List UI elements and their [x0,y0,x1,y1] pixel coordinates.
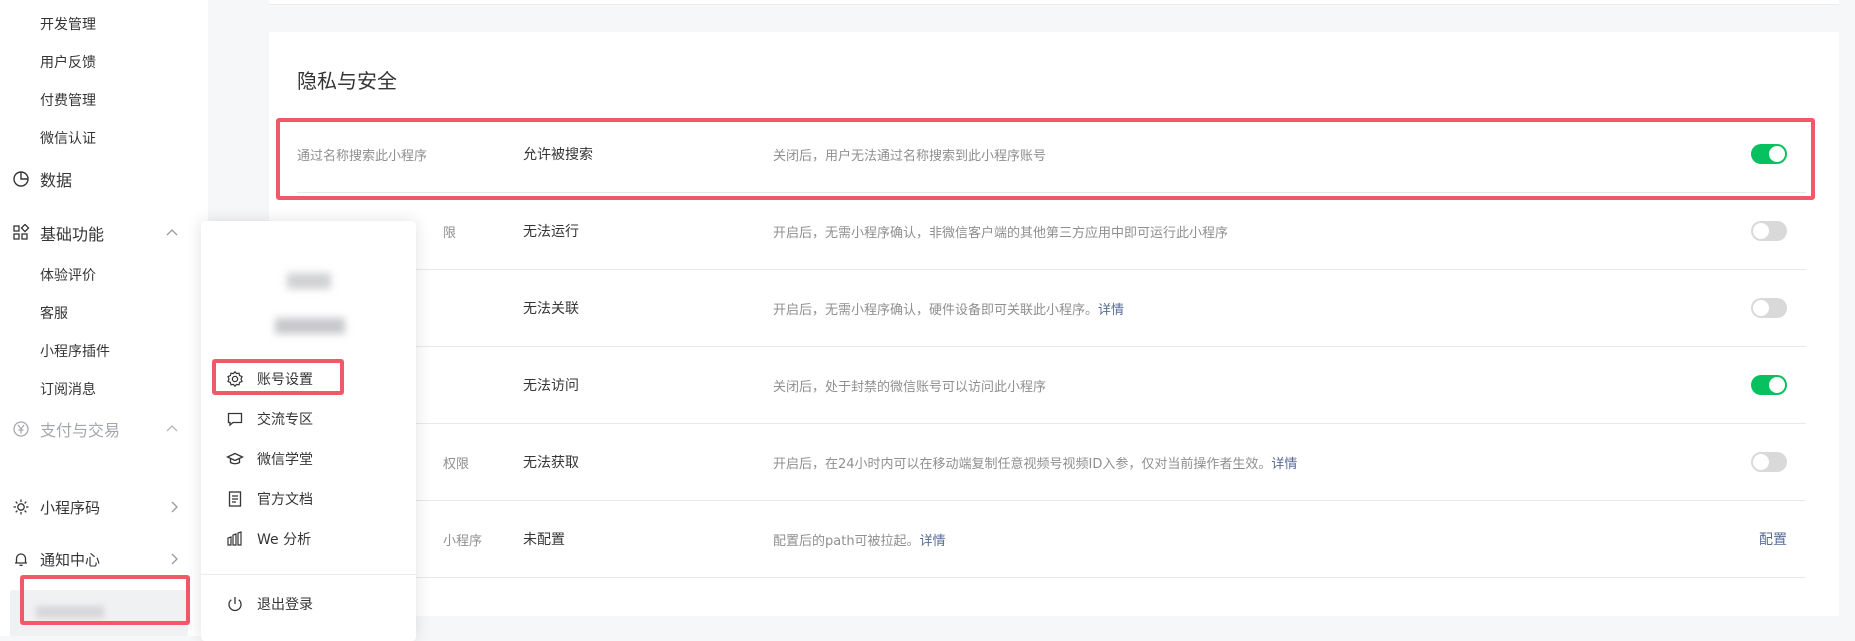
setting-row-path: 小程序 未配置 配置后的path可被拉起。详情 配置 [297,500,1806,578]
setting-desc: 配置后的path可被拉起。详情 [773,530,946,549]
yen-icon [12,420,30,438]
menu-docs[interactable]: 官方文档 [226,488,313,510]
setting-desc: 开启后，在24小时内可以在移动端复制任意视频号视频ID入参，仅对当前操作者生效。… [773,453,1297,472]
setting-desc: 开启后，无需小程序确认，硬件设备即可关联此小程序。详情 [773,299,1124,318]
chevron-up-icon [166,425,178,432]
sidebar-section-pay-label: 支付与交易 [40,421,121,440]
menu-community-label: 交流专区 [257,412,313,428]
sidebar-item-experience[interactable]: 体验评价 [40,265,96,285]
account-popup-menu: 账号设置 交流专区 微信学堂 官方文档 We 分析 退出登录 [201,221,416,641]
highlight-search-row [276,118,1815,200]
pie-chart-icon [12,170,30,188]
sidebar-item-service[interactable]: 客服 [40,303,68,323]
document-icon [226,490,244,508]
menu-logout-label: 退出登录 [257,597,313,613]
top-card [269,0,1839,5]
setting-toggle[interactable] [1751,375,1787,395]
menu-logout[interactable]: 退出登录 [226,593,313,615]
chevron-up-icon [166,229,178,236]
sidebar-item-feedback[interactable]: 用户反馈 [40,52,96,72]
sidebar-section-data-label: 数据 [40,171,73,190]
setting-desc-text: 开启后，在24小时内可以在移动端复制任意视频号视频ID入参，仅对当前操作者生效。 [773,457,1272,472]
setting-toggle[interactable] [1751,452,1787,472]
setting-label: 小程序 [443,534,483,549]
graduation-cap-icon [226,450,244,468]
menu-we-analysis-label: We 分析 [257,532,312,548]
setting-row-banned: 无法访问 关闭后，处于封禁的微信账号可以访问此小程序 [297,346,1806,424]
toggle-knob [1753,223,1769,239]
sidebar-section-basic-label: 基础功能 [40,225,105,244]
sidebar-item-subscribe[interactable]: 订阅消息 [40,379,96,399]
sidebar-item-plugin[interactable]: 小程序插件 [40,341,110,361]
menu-academy[interactable]: 微信学堂 [226,448,313,470]
highlight-account-bar [20,575,190,625]
menu-divider [201,574,416,575]
sidebar-section-pay[interactable]: 支付与交易 [12,418,178,440]
sidebar-item-payment[interactable]: 付费管理 [40,90,96,110]
menu-community[interactable]: 交流专区 [226,408,313,430]
setting-label: 权限 [443,457,470,472]
analytics-icon [226,530,244,548]
setting-status: 无法访问 [523,378,579,394]
setting-status: 无法关联 [523,301,579,317]
sidebar-notify[interactable]: 通知中心 [12,548,182,570]
sidebar-notify-label: 通知中心 [40,550,101,569]
setting-label: 限 [443,226,457,241]
page-title: 隐私与安全 [297,69,397,93]
sun-icon [12,498,30,516]
setting-desc-text: 配置后的path可被拉起。 [773,534,920,549]
setting-toggle[interactable] [1751,298,1787,318]
toggle-knob [1769,377,1785,393]
sidebar-qrcode[interactable]: 小程序码 [12,496,182,518]
setting-toggle[interactable] [1751,221,1787,241]
setting-status: 无法获取 [523,455,579,471]
detail-link[interactable]: 详情 [1271,457,1297,472]
detail-link[interactable]: 详情 [1098,303,1124,318]
menu-academy-label: 微信学堂 [257,452,313,468]
setting-desc: 关闭后，处于封禁的微信账号可以访问此小程序 [773,380,1047,395]
sidebar: 开发管理 用户反馈 付费管理 微信认证 数据 基础功能 体验评价 客服 小程序插… [0,0,208,636]
sidebar-item-dev-manage[interactable]: 开发管理 [40,14,96,34]
setting-status: 未配置 [523,532,565,548]
setting-status: 无法运行 [523,224,579,240]
sidebar-qrcode-label: 小程序码 [40,498,101,517]
avatar-blurred [287,273,331,289]
bell-icon [12,550,30,568]
setting-desc-text: 开启后，无需小程序确认，硬件设备即可关联此小程序。 [773,303,1099,318]
highlight-account-settings [212,359,344,395]
sidebar-item-verify[interactable]: 微信认证 [40,128,96,148]
toggle-knob [1753,300,1769,316]
toggle-knob [1753,454,1769,470]
chevron-right-icon [171,553,178,565]
setting-desc: 开启后，无需小程序确认，非微信客户端的其他第三方应用中即可运行此小程序 [773,226,1229,241]
power-icon [226,595,244,613]
setting-row-link: 无法关联 开启后，无需小程序确认，硬件设备即可关联此小程序。详情 [297,269,1806,347]
grid-icon [12,224,30,242]
configure-link[interactable]: 配置 [1759,529,1787,549]
setting-row-video-id: 权限 无法获取 开启后，在24小时内可以在移动端复制任意视频号视频ID入参，仅对… [297,423,1806,501]
sidebar-section-basic[interactable]: 基础功能 [12,222,178,244]
account-id-blurred [275,318,345,334]
sidebar-section-data[interactable]: 数据 [12,168,72,190]
chat-icon [226,410,244,428]
menu-docs-label: 官方文档 [257,492,313,508]
menu-we-analysis[interactable]: We 分析 [226,528,311,550]
detail-link[interactable]: 详情 [920,534,946,549]
setting-row-run: 限 无法运行 开启后，无需小程序确认，非微信客户端的其他第三方应用中即可运行此小… [297,192,1806,270]
chevron-right-icon [171,501,178,513]
